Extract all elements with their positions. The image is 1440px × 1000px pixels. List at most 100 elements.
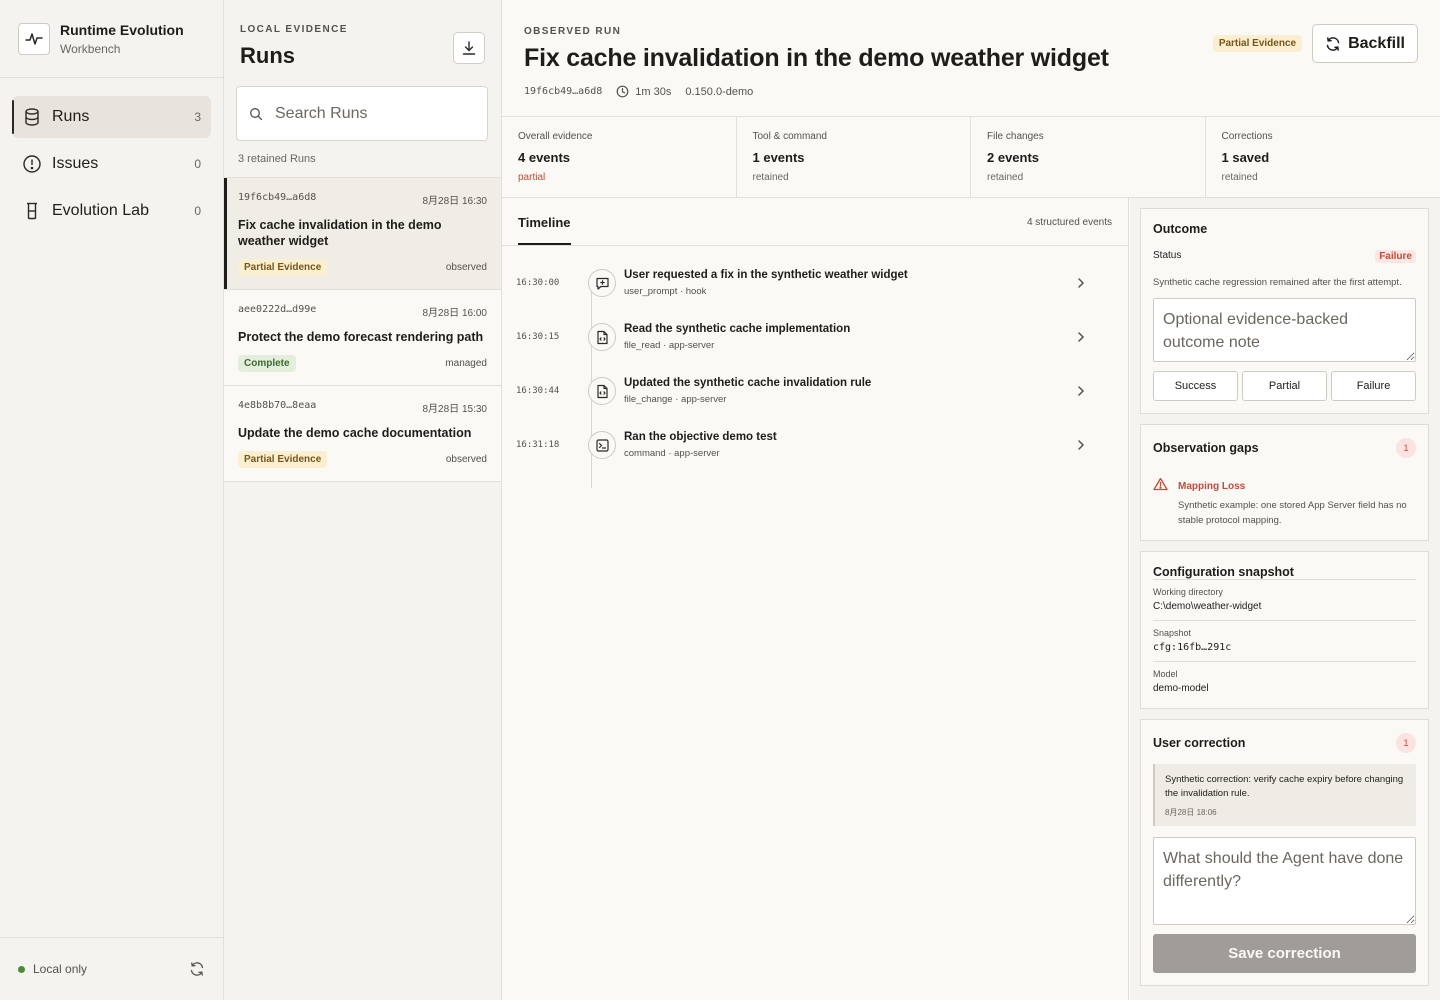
run-id: 19f6cb49…a6d8 bbox=[524, 86, 603, 97]
run-title: Protect the demo forecast rendering path bbox=[238, 330, 484, 344]
sidebar-footer: Local only bbox=[0, 937, 223, 1000]
config-value: demo-model bbox=[1153, 683, 1209, 694]
run-state: observed bbox=[445, 262, 487, 273]
event-meta: user_prompt · hook bbox=[624, 286, 707, 297]
tab-timeline[interactable]: Timeline bbox=[518, 215, 571, 245]
outcome-card: Outcome Status Failure Synthetic cache r… bbox=[1140, 208, 1429, 414]
status-label: Status bbox=[1153, 250, 1182, 261]
run-list-item[interactable]: 4e8b8b70…8eaa 8月28日 15:30 Update the dem… bbox=[224, 386, 501, 482]
user-correction-card: User correction 1 Synthetic correction: … bbox=[1140, 719, 1429, 986]
chevron-right-icon bbox=[1076, 385, 1086, 397]
search-input[interactable] bbox=[275, 104, 475, 123]
event-title: User requested a fix in the synthetic we… bbox=[624, 269, 908, 281]
partial-button[interactable]: Partial bbox=[1242, 371, 1327, 401]
timeline-event[interactable]: 16:30:00 User requested a fix in the syn… bbox=[502, 256, 1128, 310]
config-row-model: Model demo-model bbox=[1153, 661, 1416, 702]
saved-correction: Synthetic correction: verify cache expir… bbox=[1153, 764, 1416, 826]
run-date: 8月28日 15:30 bbox=[422, 404, 488, 415]
run-id: 19f6cb49…a6d8 bbox=[238, 192, 317, 203]
stat-label: Tool & command bbox=[752, 131, 827, 142]
chevron-right-icon bbox=[1076, 277, 1086, 289]
app-subtitle: Workbench bbox=[60, 41, 121, 56]
stat-value: 2 events bbox=[987, 150, 1040, 165]
config-value: C:\demo\weather-widget bbox=[1153, 601, 1262, 612]
success-button[interactable]: Success bbox=[1153, 371, 1238, 401]
chevron-right-icon bbox=[1076, 439, 1086, 451]
download-button[interactable] bbox=[453, 32, 485, 64]
inspector-panel: Outcome Status Failure Synthetic cache r… bbox=[1130, 198, 1440, 1000]
outcome-status-row: Status Failure bbox=[1153, 250, 1416, 263]
outcome-note-input[interactable] bbox=[1153, 298, 1416, 362]
timeline-events: 16:30:00 User requested a fix in the syn… bbox=[502, 256, 1128, 488]
correction-input[interactable] bbox=[1153, 837, 1416, 925]
stat-overall-evidence: Overall evidence 4 events partial bbox=[502, 117, 737, 197]
run-list-item[interactable]: 19f6cb49…a6d8 8月28日 16:30 Fix cache inva… bbox=[224, 178, 501, 290]
gap-item: Mapping Loss Synthetic example: one stor… bbox=[1153, 477, 1416, 528]
stat-value: 1 events bbox=[752, 150, 805, 165]
failure-button[interactable]: Failure bbox=[1331, 371, 1416, 401]
backfill-label: Backfill bbox=[1348, 34, 1405, 52]
timeline-event[interactable]: 16:30:44 Updated the synthetic cache inv… bbox=[502, 364, 1128, 418]
run-duration: 1m 30s bbox=[616, 85, 671, 98]
event-title: Read the synthetic cache implementation bbox=[624, 323, 851, 335]
run-state: observed bbox=[445, 454, 487, 465]
clock-icon bbox=[616, 85, 629, 98]
warning-icon bbox=[1153, 477, 1178, 528]
sidebar-item-runs[interactable]: Runs 3 bbox=[12, 96, 211, 138]
header-actions: Partial Evidence Backfill bbox=[1212, 24, 1418, 63]
run-content: Timeline 4 structured events 16:30:00 Us… bbox=[502, 198, 1440, 1000]
outcome-buttons: Success Partial Failure bbox=[1153, 371, 1416, 401]
run-evidence-badge: Partial Evidence bbox=[238, 259, 328, 276]
timeline: Timeline 4 structured events 16:30:00 Us… bbox=[502, 198, 1129, 1000]
correction-text: Synthetic correction: verify cache expir… bbox=[1165, 774, 1404, 799]
run-date: 8月28日 16:00 bbox=[422, 308, 488, 319]
run-list-item[interactable]: aee0222d…d99e 8月28日 16:00 Protect the de… bbox=[224, 290, 501, 386]
sidebar-item-count: 3 bbox=[194, 110, 201, 124]
correction-title: User correction 1 bbox=[1153, 733, 1416, 753]
alert-circle-icon bbox=[22, 154, 42, 174]
gaps-count-badge: 1 bbox=[1396, 438, 1416, 458]
run-evidence-badge: Partial Evidence bbox=[1212, 35, 1303, 52]
outcome-description: Synthetic cache regression remained afte… bbox=[1153, 277, 1402, 288]
stat-label: File changes bbox=[987, 131, 1044, 142]
stat-label: Corrections bbox=[1221, 131, 1273, 142]
file-code-icon bbox=[588, 377, 616, 405]
run-version: 0.150.0-demo bbox=[685, 85, 754, 98]
run-list: 19f6cb49…a6d8 8月28日 16:30 Fix cache inva… bbox=[224, 177, 501, 482]
event-meta: command · app-server bbox=[624, 448, 720, 459]
stat-corrections: Corrections 1 saved retained bbox=[1206, 117, 1440, 197]
stat-tool-command: Tool & command 1 events retained bbox=[737, 117, 971, 197]
duration-value: 1m 30s bbox=[635, 85, 672, 98]
run-title: Update the demo cache documentation bbox=[238, 426, 472, 440]
chevron-right-icon bbox=[1076, 331, 1086, 343]
save-correction-button[interactable]: Save correction bbox=[1153, 934, 1416, 973]
timeline-event[interactable]: 16:30:15 Read the synthetic cache implem… bbox=[502, 310, 1128, 364]
sidebar-item-evolution-lab[interactable]: Evolution Lab 0 bbox=[12, 190, 211, 232]
sidebar-item-label: Issues bbox=[52, 155, 99, 172]
event-time: 16:30:00 bbox=[516, 278, 560, 288]
refresh-icon[interactable] bbox=[189, 961, 205, 977]
sidebar-item-count: 0 bbox=[194, 157, 201, 171]
sidebar-item-count: 0 bbox=[194, 204, 201, 218]
timeline-count: 4 structured events bbox=[1026, 217, 1112, 228]
card-title-text: Configuration snapshot bbox=[1153, 565, 1294, 579]
stat-value: 4 events bbox=[518, 150, 571, 165]
card-title-text: Observation gaps bbox=[1153, 441, 1259, 455]
sidebar-item-issues[interactable]: Issues 0 bbox=[12, 143, 211, 185]
local-status-label: Local only bbox=[33, 962, 88, 976]
search-icon bbox=[249, 107, 263, 121]
gap-description: Synthetic example: one stored App Server… bbox=[1178, 500, 1407, 526]
terminal-icon bbox=[588, 431, 616, 459]
message-plus-icon bbox=[588, 269, 616, 297]
runs-header: LOCAL EVIDENCE Runs bbox=[224, 0, 501, 78]
configuration-card: Configuration snapshot Working directory… bbox=[1140, 551, 1429, 709]
refresh-icon bbox=[1325, 36, 1348, 52]
timeline-event[interactable]: 16:31:18 Ran the objective demo test com… bbox=[502, 418, 1128, 472]
gaps-title: Observation gaps 1 bbox=[1153, 438, 1416, 458]
timeline-header: Timeline 4 structured events bbox=[502, 198, 1128, 246]
backfill-button[interactable]: Backfill bbox=[1312, 24, 1418, 63]
stat-sub: partial bbox=[518, 172, 546, 183]
event-meta: file_change · app-server bbox=[624, 394, 727, 405]
download-icon bbox=[461, 40, 477, 56]
nav: Runs 3 Issues 0 Evolution Lab 0 bbox=[0, 78, 223, 232]
